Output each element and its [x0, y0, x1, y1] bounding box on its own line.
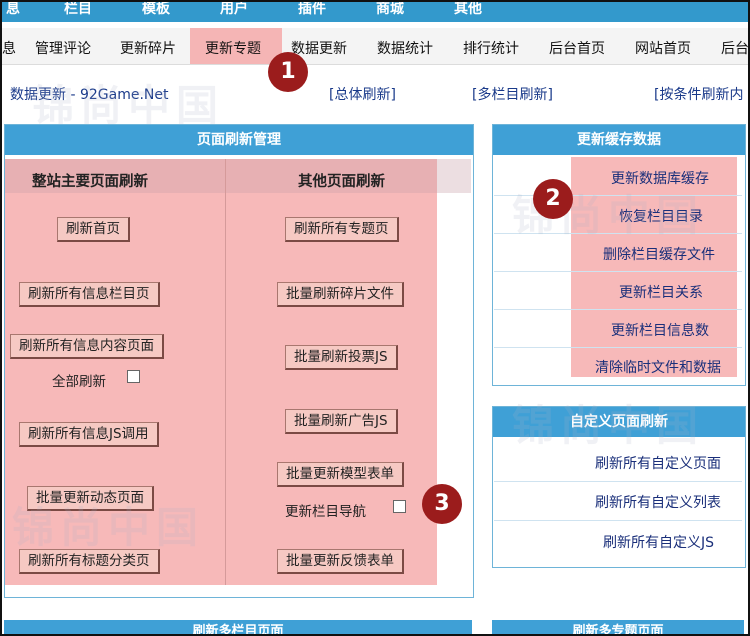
total-refresh-link[interactable]: [总体刷新] — [329, 84, 396, 104]
refresh-custom-js-link[interactable]: 刷新所有自定义JS — [603, 532, 714, 552]
top-menu-item[interactable]: 栏目 — [64, 2, 92, 18]
multi-column-refresh-head: 刷新多栏目页面 — [4, 620, 472, 634]
top-menu-item[interactable]: 模板 — [142, 2, 170, 18]
callout-badge-1: 1 — [268, 52, 308, 92]
update-column-nav-checkbox[interactable] — [393, 500, 406, 513]
refresh-custom-lists-link[interactable]: 刷新所有自定义列表 — [595, 492, 721, 512]
update-column-relation-link[interactable]: 更新栏目关系 — [619, 282, 703, 302]
refresh-all-topics-button[interactable]: 刷新所有专题页 — [285, 217, 399, 242]
clear-temp-files-link[interactable]: 清除临时文件和数据 — [595, 357, 721, 377]
conditional-refresh-link[interactable]: [按条件刷新内 — [654, 84, 743, 104]
row-separator — [494, 271, 742, 272]
update-column-nav-label: 更新栏目导航 — [285, 504, 366, 520]
update-model-forms-button[interactable]: 批量更新模型表单 — [277, 462, 404, 487]
top-menu-item[interactable]: 息 — [6, 2, 20, 18]
update-feedback-forms-button[interactable]: 批量更新反馈表单 — [277, 549, 404, 574]
watermark-text: 锦尚中国 — [12, 503, 205, 552]
cache-update-panel-title: 更新缓存数据 — [493, 125, 745, 155]
refresh-vote-js-button[interactable]: 批量刷新投票JS — [285, 345, 398, 370]
other-pages-column-head: 其他页面刷新 — [298, 174, 385, 190]
top-menu-item[interactable]: 商城 — [376, 2, 404, 18]
refresh-info-js-button[interactable]: 刷新所有信息JS调用 — [19, 422, 159, 447]
refresh-fragment-files-button[interactable]: 批量刷新碎片文件 — [277, 282, 404, 307]
update-column-info-count-link[interactable]: 更新栏目信息数 — [611, 320, 709, 340]
watermark-text: 锦尚中国 — [512, 401, 705, 450]
nav-item-comments[interactable]: 管理评论 — [35, 38, 91, 58]
row-separator — [494, 520, 742, 521]
sub-nav-bar: 息 管理评论 更新碎片 更新专题 数据更新 数据统计 排行统计 后台首页 网站首… — [2, 28, 748, 65]
nav-item-topics[interactable]: 更新专题 — [205, 38, 261, 58]
delete-column-cache-link[interactable]: 删除栏目缓存文件 — [603, 244, 715, 264]
top-menu-item[interactable]: 插件 — [298, 2, 326, 18]
refresh-info-content-button[interactable]: 刷新所有信息内容页面 — [10, 334, 164, 359]
refresh-home-button[interactable]: 刷新首页 — [57, 217, 130, 242]
column-divider — [225, 159, 226, 585]
row-separator — [494, 481, 742, 482]
multi-topic-refresh-head: 刷新多专题页面 — [492, 620, 744, 634]
watermark-text: 锦尚中国 — [32, 81, 225, 130]
nav-item-admin[interactable]: 后台 — [721, 38, 748, 58]
main-pages-column-head: 整站主要页面刷新 — [32, 174, 148, 190]
top-menu-item[interactable]: 其他 — [454, 2, 482, 18]
callout-badge-3: 3 — [422, 484, 462, 524]
refresh-ad-js-button[interactable]: 批量刷新广告JS — [285, 409, 398, 434]
nav-item-ranking[interactable]: 排行统计 — [463, 38, 519, 58]
multi-column-refresh-link[interactable]: [多栏目刷新] — [472, 84, 553, 104]
callout-badge-2: 2 — [533, 179, 573, 219]
nav-item-admin-home[interactable]: 后台首页 — [549, 38, 605, 58]
top-menu-item[interactable]: 用户 — [220, 2, 248, 18]
row-separator — [494, 347, 742, 348]
row-separator — [494, 309, 742, 310]
all-refresh-label: 全部刷新 — [52, 374, 106, 390]
all-refresh-checkbox[interactable] — [127, 370, 140, 383]
refresh-info-columns-button[interactable]: 刷新所有信息栏目页 — [19, 282, 160, 307]
top-menu-bar: 息 栏目 模板 用户 插件 商城 其他 — [2, 2, 748, 22]
nav-item[interactable]: 息 — [2, 38, 16, 58]
nav-item-site-home[interactable]: 网站首页 — [635, 38, 691, 58]
admin-window: 息 栏目 模板 用户 插件 商城 其他 息 管理评论 更新碎片 更新专题 数据更… — [0, 0, 750, 636]
nav-item-fragments[interactable]: 更新碎片 — [120, 38, 176, 58]
refresh-custom-pages-link[interactable]: 刷新所有自定义页面 — [595, 453, 721, 473]
nav-item-statistics[interactable]: 数据统计 — [377, 38, 433, 58]
